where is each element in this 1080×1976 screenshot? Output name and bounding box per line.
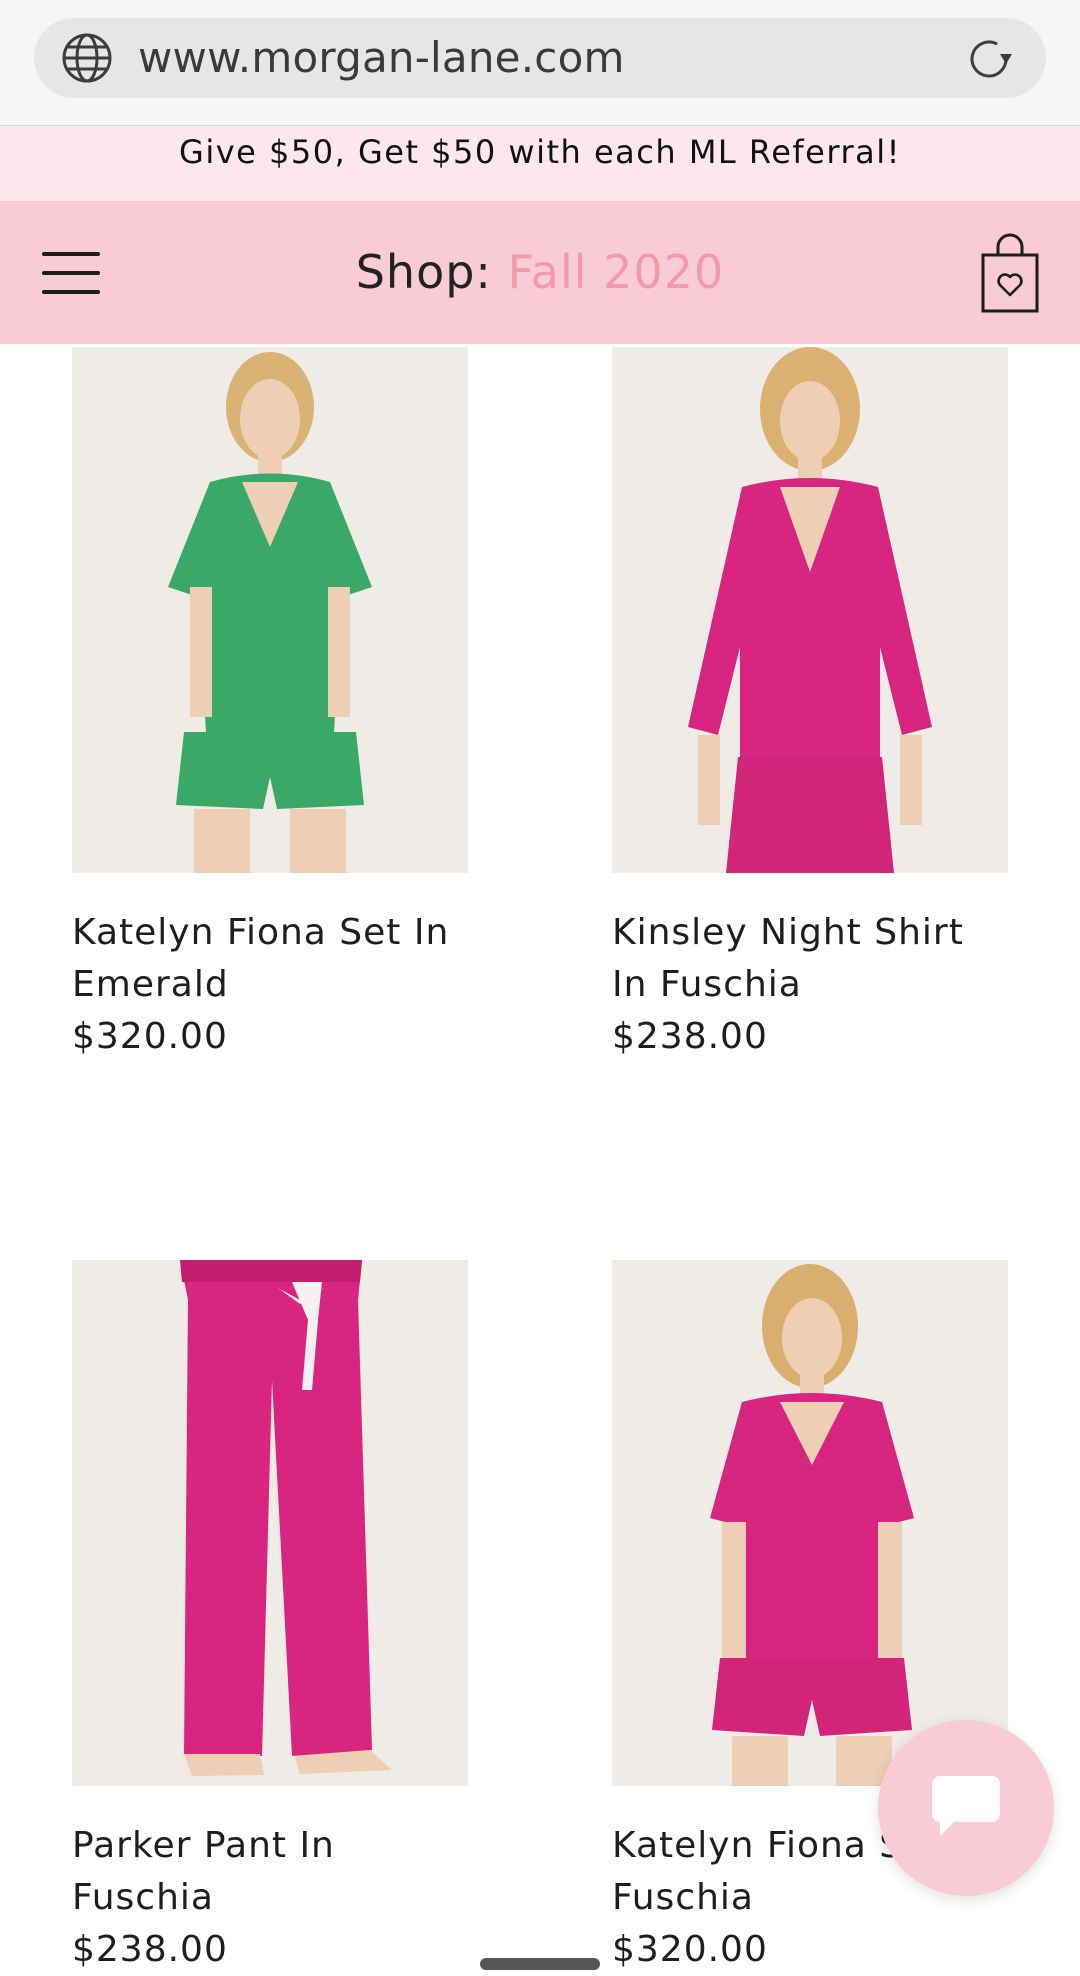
product-card[interactable]: Kinsley Night Shirt In Fuschia $238.00 [612,347,1008,1063]
product-name[interactable]: Parker Pant In Fuschia [72,1820,468,1924]
product-price: $320.00 [612,1929,768,1970]
title-prefix: Shop: [355,245,508,299]
chat-launcher-button[interactable] [878,1720,1054,1896]
globe-icon [62,33,112,83]
shopping-bag-heart-icon[interactable] [978,233,1042,315]
product-card[interactable]: Katelyn Fiona Set In Emerald $320.00 [72,347,468,1063]
reload-icon[interactable] [962,32,1016,86]
product-card[interactable]: Parker Pant In Fuschia $238.00 [72,1260,468,1976]
url-field[interactable]: www.morgan-lane.com [34,18,1046,98]
title-season: Fall 2020 [507,245,725,299]
browser-address-bar: www.morgan-lane.com [0,0,1080,126]
page-title: Shop: Fall 2020 [0,201,1080,344]
site-header: Shop: Fall 2020 [0,201,1080,344]
product-image[interactable] [72,1260,468,1786]
product-name[interactable]: Katelyn Fiona Set In Emerald [72,907,468,1011]
product-image[interactable] [612,1260,1008,1786]
product-image[interactable] [612,347,1008,873]
product-image[interactable] [72,347,468,873]
product-price: $238.00 [72,1929,228,1970]
chat-bubble-icon [932,1776,1000,1836]
product-price: $320.00 [72,1016,228,1057]
referral-promo-banner[interactable]: Give $50, Get $50 with each ML Referral! [0,126,1080,204]
product-price: $238.00 [612,1016,768,1057]
home-indicator [480,1958,600,1970]
url-text: www.morgan-lane.com [138,33,625,82]
product-name[interactable]: Kinsley Night Shirt In Fuschia [612,907,1008,1011]
